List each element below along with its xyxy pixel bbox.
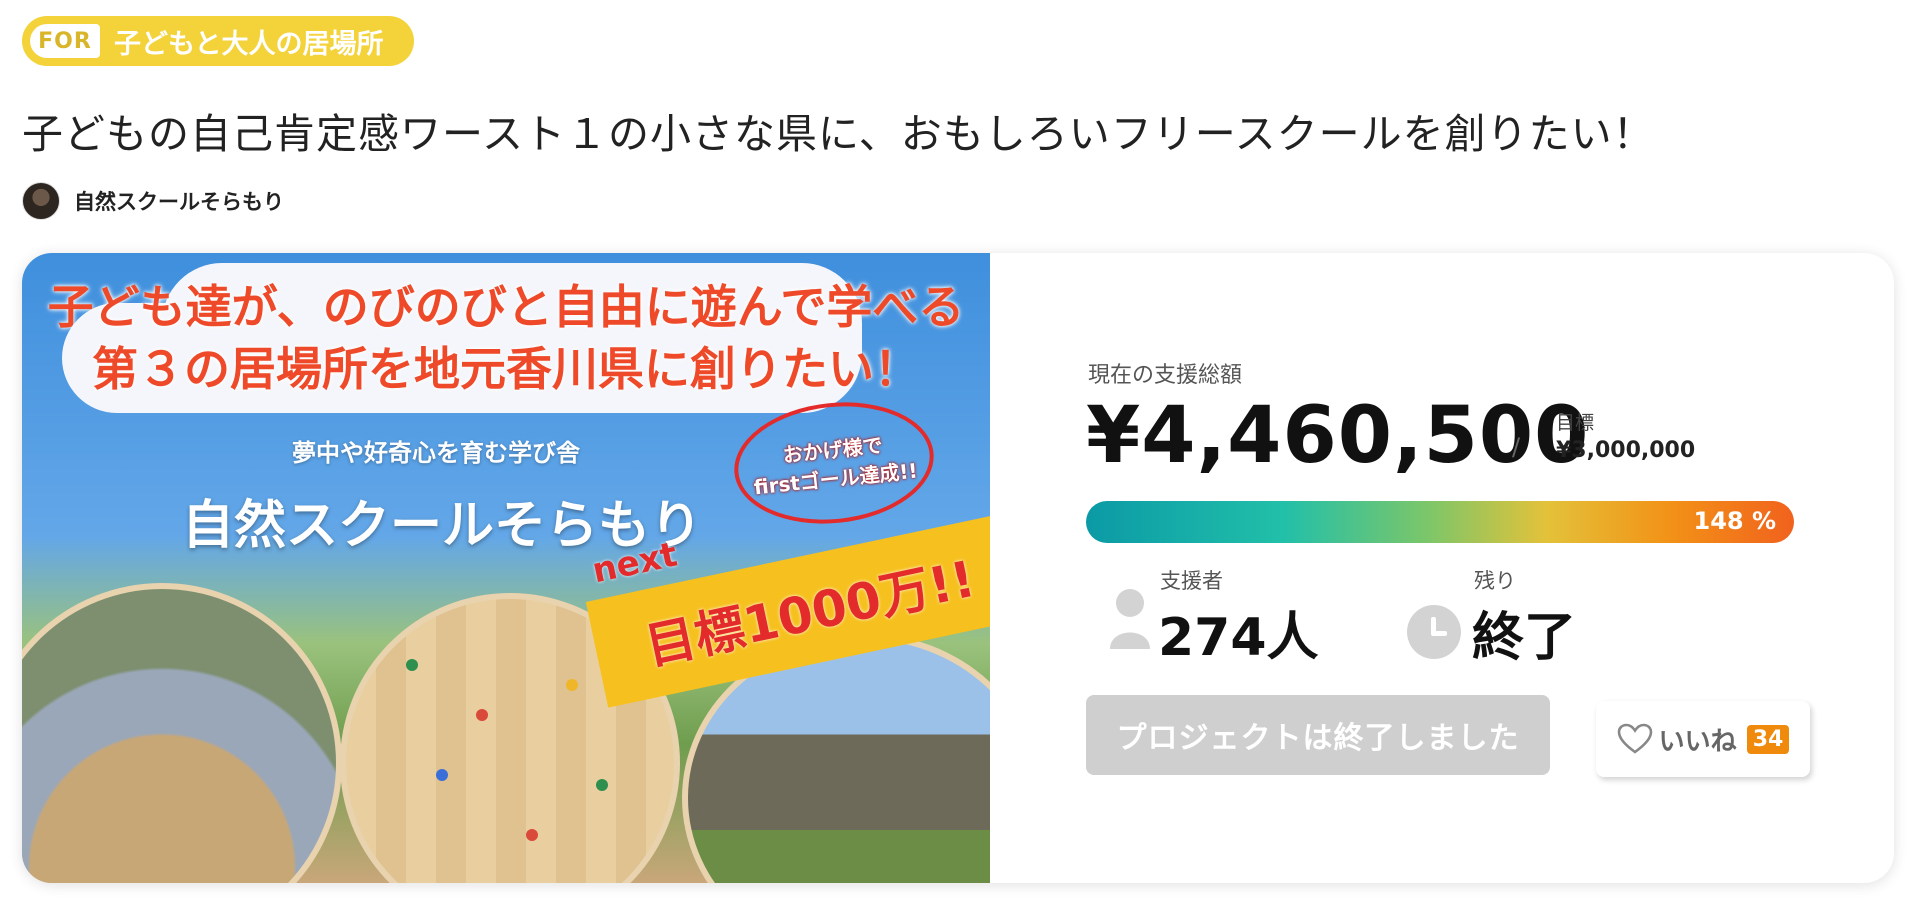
person-icon [1110, 589, 1150, 649]
category-text: 子どもと大人の居場所 [114, 28, 384, 60]
like-count-badge: 34 [1746, 724, 1790, 754]
backers-value: 274人 [1158, 608, 1319, 668]
like-label: いいね [1658, 726, 1737, 757]
for-tag: FOR [30, 24, 100, 58]
project-ended-button[interactable]: プロジェクトは終了しました [1086, 695, 1550, 775]
project-card: 子ども達が、のびのびと自由に遊んで学べる 第３の居場所を地元香川県に創りたい！ … [22, 253, 1894, 883]
clock-icon [1407, 605, 1461, 659]
hero-achievement-note: おかげ様で firstゴール達成!! [728, 392, 940, 534]
goal-separator: / [1512, 433, 1521, 461]
like-button[interactable]: いいね 34 [1596, 701, 1810, 777]
progress-bar: 148 % [1086, 501, 1794, 543]
hero-image: 子ども達が、のびのびと自由に遊んで学べる 第３の居場所を地元香川県に創りたい！ … [22, 253, 990, 883]
hero-subtitle: 夢中や好奇心を育む学び舎 [292, 439, 580, 467]
project-page: FOR 子どもと大人の居場所 子どもの自己肯定感ワースト１の小さな県に、おもしろ… [0, 0, 1920, 918]
owner-name: 自然スクールそらもり [74, 190, 284, 214]
photo-sandbox [22, 583, 342, 883]
heart-icon [1617, 723, 1652, 754]
total-label: 現在の支援総額 [1088, 363, 1243, 388]
goal-label: 目標 [1556, 412, 1595, 434]
backers-label: 支援者 [1160, 569, 1223, 593]
remaining-label: 残り [1474, 569, 1516, 593]
remaining-value: 終了 [1472, 608, 1577, 668]
progress-percent: 148 % [1693, 507, 1777, 535]
hero-headline-2: 第３の居場所を地元香川県に創りたい！ [92, 342, 920, 396]
owner-link[interactable]: 自然スクールそらもり [22, 182, 284, 220]
hero-headline-1: 子ども達が、のびのびと自由に遊んで学べる [47, 280, 965, 334]
avatar [22, 182, 60, 220]
category-badge[interactable]: FOR 子どもと大人の居場所 [22, 16, 414, 66]
funding-panel: 現在の支援総額 ¥4,460,500 / 目標 ¥3,000,000 148 %… [990, 253, 1894, 883]
goal-value: ¥3,000,000 [1556, 438, 1696, 463]
progress-fill [1086, 501, 1794, 543]
project-title: 子どもの自己肯定感ワースト１の小さな県に、おもしろいフリースクールを創りたい！ [22, 110, 1655, 158]
